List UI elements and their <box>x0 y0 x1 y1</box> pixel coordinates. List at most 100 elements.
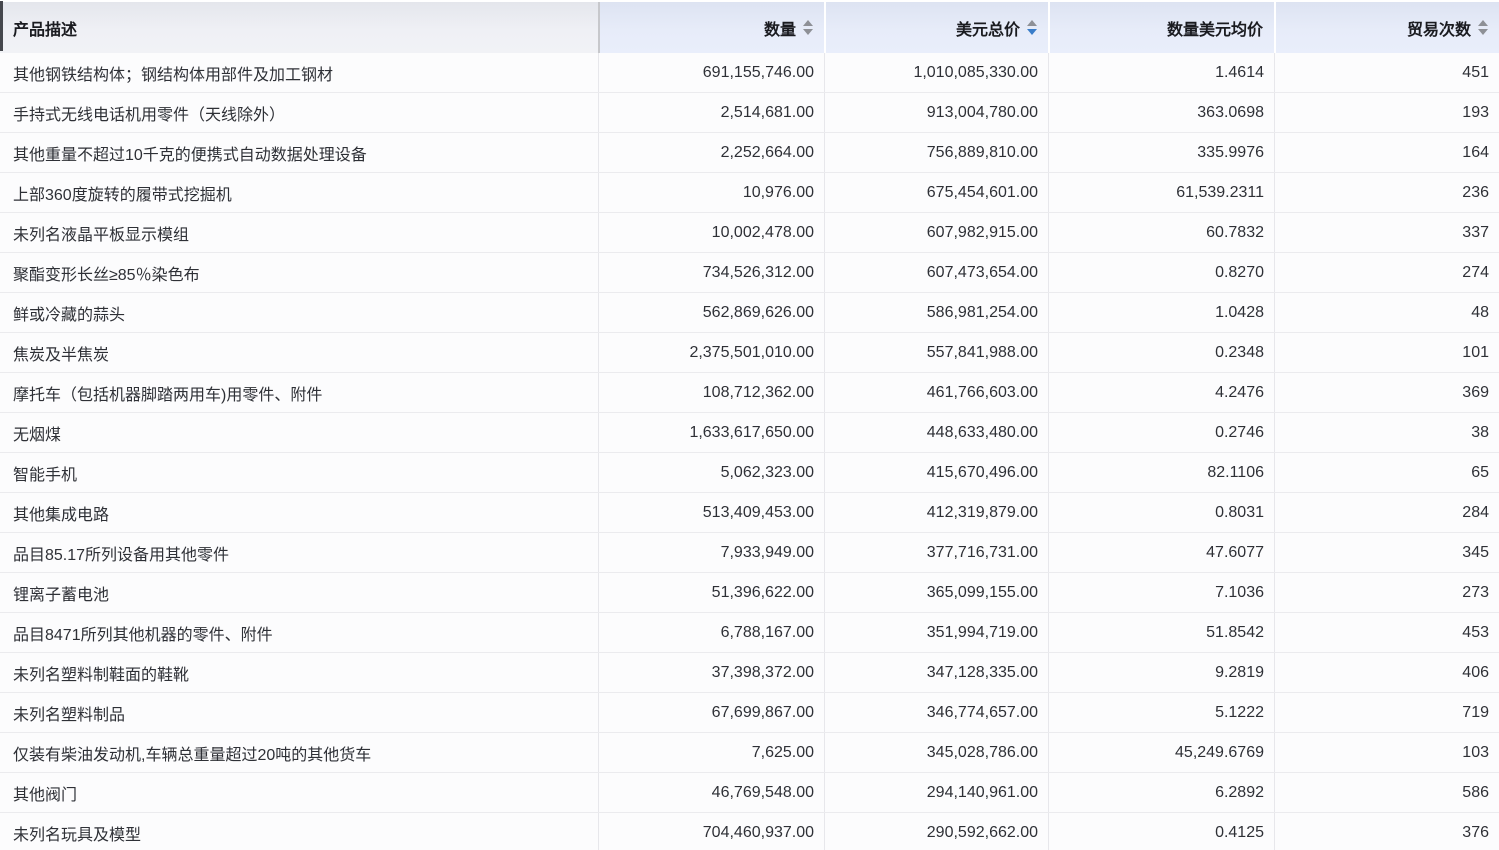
table-row[interactable]: 其他钢铁结构体；钢结构体用部件及加工钢材691,155,746.001,010,… <box>0 53 1499 93</box>
cell-product_desc: 品目8471所列其他机器的零件、附件 <box>0 613 598 652</box>
cell-quantity: 7,933,949.00 <box>598 533 824 572</box>
cell-trade_count: 337 <box>1274 213 1499 252</box>
sort-desc-icon[interactable] <box>803 29 813 35</box>
table-row[interactable]: 智能手机5,062,323.00415,670,496.0082.110665 <box>0 453 1499 493</box>
table-row[interactable]: 手持式无线电话机用零件（天线除外）2,514,681.00913,004,780… <box>0 93 1499 133</box>
cell-usd_total: 345,028,786.00 <box>824 733 1048 772</box>
cell-product_desc: 其他钢铁结构体；钢结构体用部件及加工钢材 <box>0 53 598 92</box>
cell-trade_count: 345 <box>1274 533 1499 572</box>
cell-quantity: 734,526,312.00 <box>598 253 824 292</box>
cell-usd_total: 1,010,085,330.00 <box>824 53 1048 92</box>
cell-quantity: 51,396,622.00 <box>598 573 824 612</box>
cell-usd_total: 346,774,657.00 <box>824 693 1048 732</box>
sort-icons[interactable] <box>1478 20 1488 35</box>
cell-usd_total: 351,994,719.00 <box>824 613 1048 652</box>
table-row[interactable]: 其他集成电路513,409,453.00412,319,879.000.8031… <box>0 493 1499 533</box>
cell-quantity: 10,002,478.00 <box>598 213 824 252</box>
cell-usd_total: 347,128,335.00 <box>824 653 1048 692</box>
cell-avg_usd_per_unit: 51.8542 <box>1048 613 1274 652</box>
table-row[interactable]: 摩托车（包括机器脚踏两用车)用零件、附件108,712,362.00461,76… <box>0 373 1499 413</box>
cell-quantity: 513,409,453.00 <box>598 493 824 532</box>
column-header-trade-count[interactable]: 贸易次数 <box>1274 2 1499 53</box>
table-row[interactable]: 其他重量不超过10千克的便携式自动数据处理设备2,252,664.00756,8… <box>0 133 1499 173</box>
cell-avg_usd_per_unit: 363.0698 <box>1048 93 1274 132</box>
cell-product_desc: 聚酯变形长丝≥85％染色布 <box>0 253 598 292</box>
cell-quantity: 46,769,548.00 <box>598 773 824 812</box>
cell-usd_total: 607,473,654.00 <box>824 253 1048 292</box>
column-header-label: 贸易次数 <box>1407 16 1471 40</box>
cell-trade_count: 273 <box>1274 573 1499 612</box>
sort-desc-icon[interactable] <box>1478 29 1488 35</box>
cell-quantity: 691,155,746.00 <box>598 53 824 92</box>
cell-product_desc: 其他集成电路 <box>0 493 598 532</box>
cell-avg_usd_per_unit: 9.2819 <box>1048 653 1274 692</box>
cell-avg_usd_per_unit: 61,539.2311 <box>1048 173 1274 212</box>
table-row[interactable]: 上部360度旋转的履带式挖掘机10,976.00675,454,601.0061… <box>0 173 1499 213</box>
table-row[interactable]: 鲜或冷藏的蒜头562,869,626.00586,981,254.001.042… <box>0 293 1499 333</box>
column-header-quantity[interactable]: 数量 <box>598 2 824 53</box>
cell-product_desc: 未列名塑料制鞋面的鞋靴 <box>0 653 598 692</box>
cell-product_desc: 手持式无线电话机用零件（天线除外） <box>0 93 598 132</box>
column-header-usd-total[interactable]: 美元总价 <box>824 2 1048 53</box>
cell-trade_count: 236 <box>1274 173 1499 212</box>
cell-avg_usd_per_unit: 0.8031 <box>1048 493 1274 532</box>
cell-trade_count: 103 <box>1274 733 1499 772</box>
cell-avg_usd_per_unit: 0.2746 <box>1048 413 1274 452</box>
cell-product_desc: 未列名玩具及模型 <box>0 813 598 850</box>
table-row[interactable]: 仅装有柴油发动机,车辆总重量超过20吨的其他货车7,625.00345,028,… <box>0 733 1499 773</box>
cell-trade_count: 284 <box>1274 493 1499 532</box>
column-header-label: 美元总价 <box>956 16 1020 40</box>
cell-product_desc: 焦炭及半焦炭 <box>0 333 598 372</box>
cell-trade_count: 193 <box>1274 93 1499 132</box>
cell-usd_total: 365,099,155.00 <box>824 573 1048 612</box>
table-row[interactable]: 其他阀门46,769,548.00294,140,961.006.2892586 <box>0 773 1499 813</box>
cell-quantity: 2,375,501,010.00 <box>598 333 824 372</box>
sort-asc-icon[interactable] <box>1027 20 1037 26</box>
cell-product_desc: 仅装有柴油发动机,车辆总重量超过20吨的其他货车 <box>0 733 598 772</box>
cell-usd_total: 415,670,496.00 <box>824 453 1048 492</box>
cell-product_desc: 其他重量不超过10千克的便携式自动数据处理设备 <box>0 133 598 172</box>
sort-asc-icon[interactable] <box>803 20 813 26</box>
column-header-product-desc: 产品描述 <box>0 2 598 53</box>
table-row[interactable]: 品目85.17所列设备用其他零件7,933,949.00377,716,731.… <box>0 533 1499 573</box>
cell-product_desc: 未列名液晶平板显示模组 <box>0 213 598 252</box>
table-row[interactable]: 品目8471所列其他机器的零件、附件6,788,167.00351,994,71… <box>0 613 1499 653</box>
table-body: 其他钢铁结构体；钢结构体用部件及加工钢材691,155,746.001,010,… <box>0 53 1499 850</box>
cell-avg_usd_per_unit: 82.1106 <box>1048 453 1274 492</box>
cell-quantity: 67,699,867.00 <box>598 693 824 732</box>
cell-quantity: 37,398,372.00 <box>598 653 824 692</box>
table-row[interactable]: 聚酯变形长丝≥85％染色布734,526,312.00607,473,654.0… <box>0 253 1499 293</box>
sort-asc-icon[interactable] <box>1478 20 1488 26</box>
column-header-label: 数量 <box>764 16 796 40</box>
cell-avg_usd_per_unit: 0.8270 <box>1048 253 1274 292</box>
cell-avg_usd_per_unit: 7.1036 <box>1048 573 1274 612</box>
table-row[interactable]: 未列名玩具及模型704,460,937.00290,592,662.000.41… <box>0 813 1499 850</box>
sort-icons[interactable] <box>1027 20 1037 35</box>
cell-avg_usd_per_unit: 1.0428 <box>1048 293 1274 332</box>
window-edge-artifact <box>0 1 3 51</box>
column-header-label: 产品描述 <box>13 16 77 40</box>
cell-quantity: 10,976.00 <box>598 173 824 212</box>
cell-trade_count: 376 <box>1274 813 1499 850</box>
table-row[interactable]: 未列名塑料制品67,699,867.00346,774,657.005.1222… <box>0 693 1499 733</box>
cell-trade_count: 48 <box>1274 293 1499 332</box>
cell-quantity: 6,788,167.00 <box>598 613 824 652</box>
table-row[interactable]: 焦炭及半焦炭2,375,501,010.00557,841,988.000.23… <box>0 333 1499 373</box>
table-row[interactable]: 未列名液晶平板显示模组10,002,478.00607,982,915.0060… <box>0 213 1499 253</box>
cell-trade_count: 451 <box>1274 53 1499 92</box>
cell-product_desc: 锂离子蓄电池 <box>0 573 598 612</box>
cell-quantity: 2,252,664.00 <box>598 133 824 172</box>
table-row[interactable]: 未列名塑料制鞋面的鞋靴37,398,372.00347,128,335.009.… <box>0 653 1499 693</box>
cell-usd_total: 675,454,601.00 <box>824 173 1048 212</box>
cell-usd_total: 586,981,254.00 <box>824 293 1048 332</box>
cell-avg_usd_per_unit: 335.9976 <box>1048 133 1274 172</box>
cell-avg_usd_per_unit: 0.4125 <box>1048 813 1274 850</box>
table-row[interactable]: 无烟煤1,633,617,650.00448,633,480.000.27463… <box>0 413 1499 453</box>
sort-desc-icon[interactable] <box>1027 29 1037 35</box>
cell-usd_total: 448,633,480.00 <box>824 413 1048 452</box>
cell-usd_total: 377,716,731.00 <box>824 533 1048 572</box>
cell-avg_usd_per_unit: 60.7832 <box>1048 213 1274 252</box>
table-row[interactable]: 锂离子蓄电池51,396,622.00365,099,155.007.10362… <box>0 573 1499 613</box>
sort-icons[interactable] <box>803 20 813 35</box>
table-header-row: 产品描述 数量 美元总价 数量美元均价 贸易次数 <box>0 0 1499 53</box>
